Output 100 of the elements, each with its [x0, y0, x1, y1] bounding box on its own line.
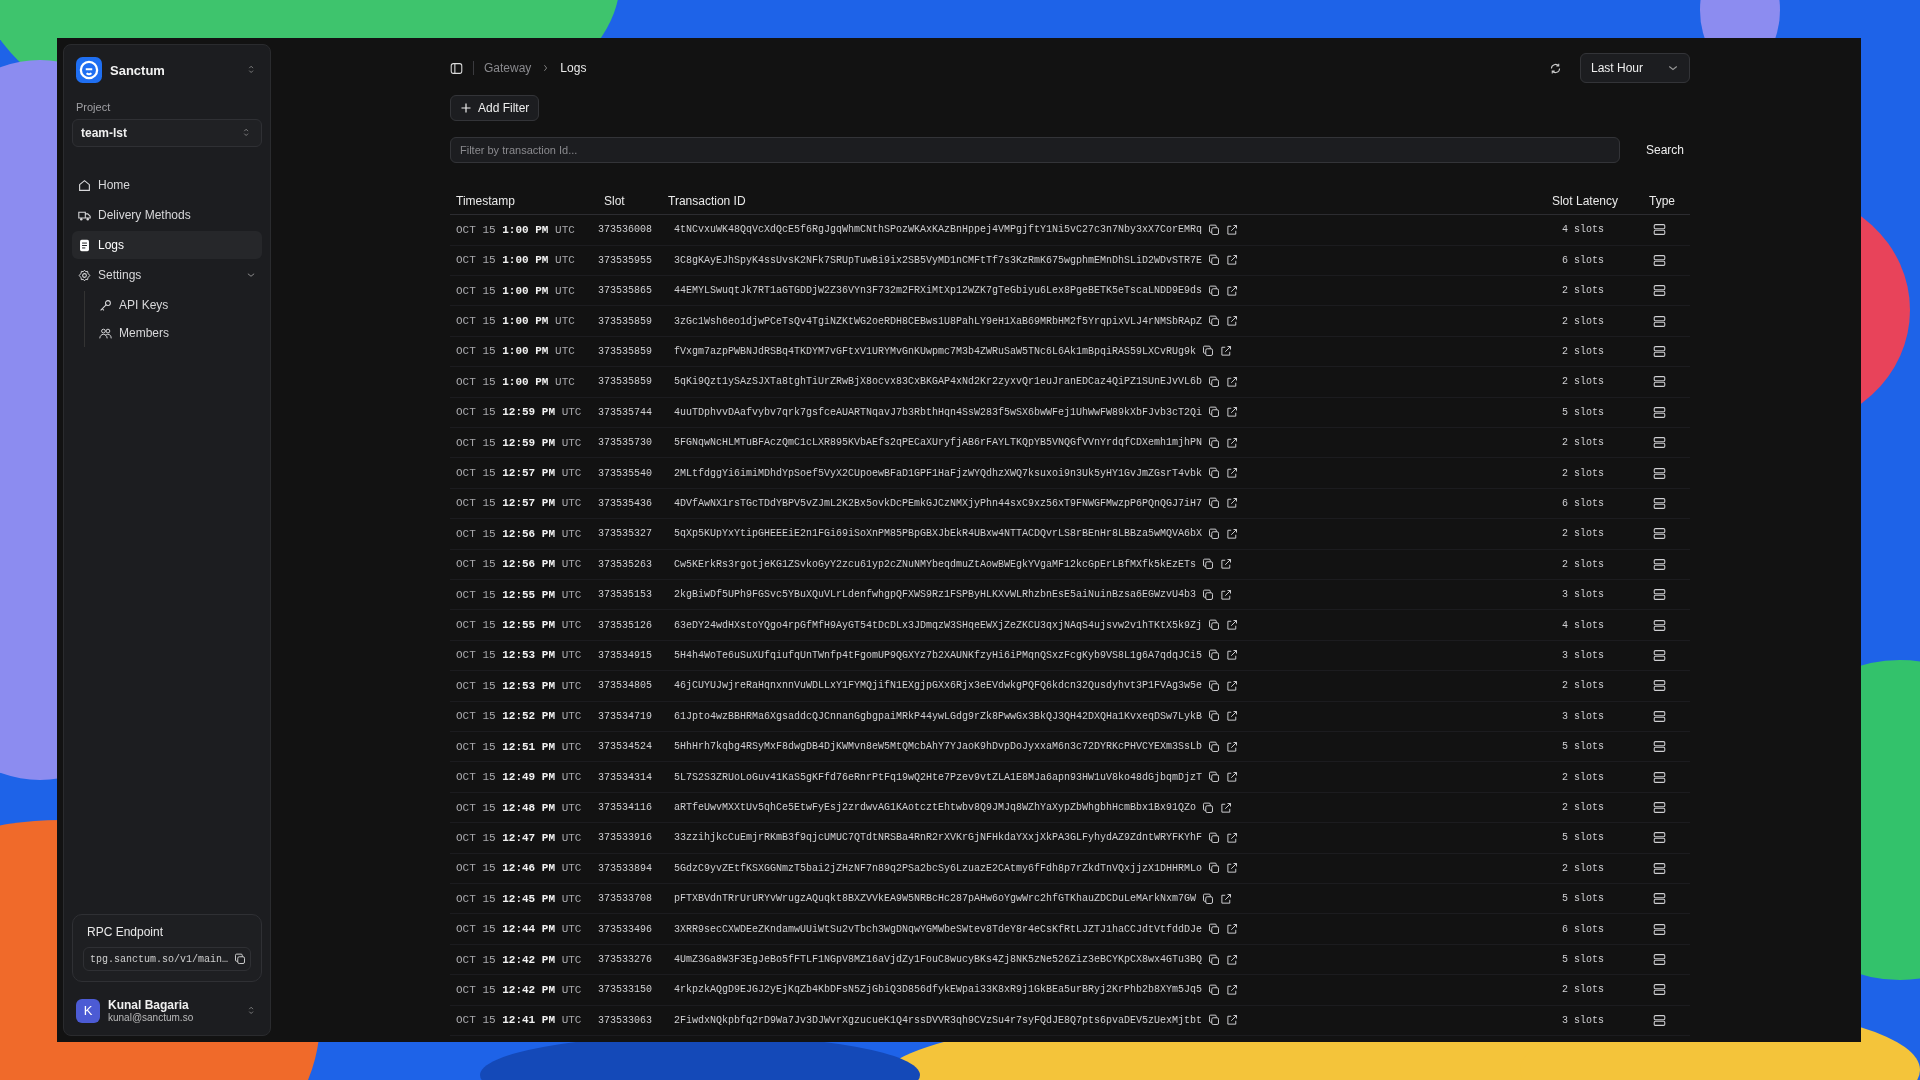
slot-cell-text: 373535327	[598, 528, 653, 540]
refresh-icon[interactable]	[1548, 61, 1562, 75]
external-link-icon[interactable]	[1226, 771, 1239, 784]
copy-icon[interactable]	[1208, 953, 1221, 966]
external-link-icon[interactable]	[1226, 527, 1239, 540]
copy-icon[interactable]	[1208, 649, 1221, 662]
timestamp-cell-text: OCT 15 12:53 PM UTC	[455, 679, 583, 692]
copy-icon[interactable]	[1208, 375, 1221, 388]
slot-cell-text: 373535263	[598, 558, 653, 570]
external-link-icon[interactable]	[1226, 983, 1239, 996]
external-link-icon[interactable]	[1220, 345, 1233, 358]
user-email: kunal@sanctum.so	[108, 1012, 195, 1023]
timestamp-cell-text: OCT 15 12:59 PM UTC	[455, 406, 583, 419]
external-link-icon[interactable]	[1226, 315, 1239, 327]
copy-icon[interactable]	[1208, 619, 1221, 632]
latency-cell-text: 2 slots	[1561, 802, 1605, 813]
nav-item[interactable]: Logs	[72, 231, 262, 259]
copy-icon[interactable]	[1208, 284, 1221, 297]
copy-icon[interactable]	[1208, 436, 1221, 449]
external-link-icon[interactable]	[1226, 953, 1239, 966]
copy-icon[interactable]	[1202, 345, 1215, 358]
copy-icon[interactable]	[1202, 588, 1215, 601]
copy-icon[interactable]	[1208, 983, 1221, 996]
server-icon	[1652, 801, 1666, 814]
server-icon	[1652, 618, 1666, 632]
nav-item[interactable]: API Keys	[93, 291, 262, 319]
nav-item[interactable]: Delivery Methods	[72, 201, 262, 229]
sidebar-toggle-icon[interactable]	[450, 61, 463, 75]
column-header: Type	[1648, 193, 1676, 208]
timestamp-cell-text: OCT 15 12:57 PM UTC	[455, 467, 583, 480]
external-link-icon[interactable]	[1220, 801, 1233, 814]
copy-icon[interactable]	[1208, 497, 1221, 510]
external-link-icon[interactable]	[1226, 254, 1239, 267]
external-link-icon[interactable]	[1226, 649, 1239, 662]
external-link-icon[interactable]	[1220, 588, 1233, 601]
copy-icon[interactable]	[1208, 923, 1221, 936]
copy-icon[interactable]	[1208, 710, 1221, 723]
latency-cell-text: 2 slots	[1561, 315, 1605, 327]
add-filter-button[interactable]: Add Filter	[450, 95, 540, 121]
copy-icon[interactable]	[1208, 679, 1221, 692]
latency-cell-text: 3 slots	[1561, 710, 1605, 722]
server-icon	[1652, 375, 1666, 389]
transaction-id: 5HhHrh7kqbg4RSyMxF8dwgDB4DjKWMvn8eW5MtQMcbAhY7YJaoK9hDvpDoJyxxaM6n3c72DYRKcPHVCYEXm3SsLb	[674, 741, 1203, 753]
copy-icon[interactable]	[1208, 527, 1221, 540]
external-link-icon[interactable]	[1226, 1014, 1239, 1027]
external-link-icon[interactable]	[1220, 892, 1233, 905]
external-link-icon[interactable]	[1226, 740, 1239, 753]
server-icon	[1652, 223, 1666, 237]
copy-icon[interactable]	[1208, 467, 1221, 480]
slot-cell-text: 373534805	[598, 680, 653, 692]
search-button[interactable]: Search	[1639, 139, 1690, 161]
copy-icon[interactable]	[1202, 801, 1215, 814]
latency-cell-text: 4 slots	[1561, 619, 1605, 631]
copy-icon[interactable]	[1208, 740, 1221, 753]
external-link-icon[interactable]	[1226, 223, 1239, 236]
slot-cell-text: 373535436	[598, 497, 653, 509]
copy-icon[interactable]	[1208, 315, 1221, 327]
copy-icon[interactable]	[1202, 892, 1215, 905]
external-link-icon[interactable]	[1226, 831, 1239, 844]
copy-icon[interactable]	[1208, 1014, 1221, 1027]
external-link-icon[interactable]	[1226, 923, 1239, 936]
external-link-icon[interactable]	[1226, 436, 1239, 449]
copy-icon[interactable]	[1208, 254, 1221, 267]
latency-cell-text: 3 slots	[1561, 1014, 1605, 1026]
endpoint-field[interactable]: tpg.sanctum.so/v1/main…	[83, 947, 251, 971]
project-select[interactable]: team-lst	[72, 119, 262, 147]
rpc-title: RPC Endpoint	[87, 925, 165, 939]
external-link-icon[interactable]	[1226, 862, 1239, 875]
external-link-icon[interactable]	[1220, 558, 1233, 571]
breadcrumb-item[interactable]: Gateway	[484, 61, 532, 75]
timestamp-cell-text: OCT 15 12:57 PM UTC	[455, 497, 583, 510]
copy-icon[interactable]	[1208, 831, 1221, 844]
nav-item[interactable]: Members	[93, 319, 262, 347]
copy-icon[interactable]	[1208, 223, 1221, 236]
external-link-icon[interactable]	[1226, 406, 1239, 419]
external-link-icon[interactable]	[1226, 710, 1239, 723]
external-link-icon[interactable]	[1226, 375, 1239, 388]
latency-cell-text: 2 slots	[1561, 558, 1605, 570]
latency-cell-text: 6 slots	[1561, 923, 1605, 935]
copy-icon[interactable]	[1208, 406, 1221, 419]
external-link-icon[interactable]	[1226, 284, 1239, 297]
timestamp-cell-text: OCT 15 12:44 PM UTC	[455, 923, 583, 936]
copy-icon[interactable]	[1202, 558, 1215, 571]
copy-icon[interactable]	[234, 953, 247, 965]
latency-cell-text: 2 slots	[1561, 285, 1605, 297]
plus-icon	[460, 102, 472, 114]
search-field[interactable]: Filter by transaction Id...	[450, 137, 1620, 163]
nav-item[interactable]: Home	[72, 171, 262, 199]
timestamp-cell-text: OCT 15 12:56 PM UTC	[455, 558, 583, 571]
copy-icon[interactable]	[1208, 862, 1221, 875]
external-link-icon[interactable]	[1226, 679, 1239, 692]
server-icon	[1652, 1013, 1666, 1027]
external-link-icon[interactable]	[1226, 467, 1239, 480]
timestamp-cell-text: OCT 15 12:55 PM UTC	[455, 588, 583, 601]
external-link-icon[interactable]	[1226, 497, 1239, 510]
external-link-icon[interactable]	[1226, 619, 1239, 632]
copy-icon[interactable]	[1208, 771, 1221, 784]
server-icon	[1652, 953, 1666, 967]
nav-item[interactable]: Settings	[72, 261, 262, 289]
time-range-select[interactable]: Last Hour	[1579, 53, 1690, 83]
